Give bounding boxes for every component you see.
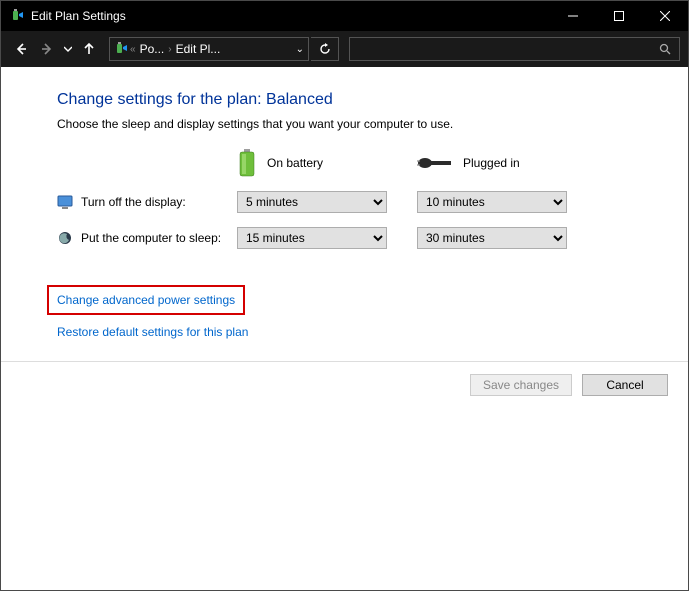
search-icon	[659, 43, 671, 55]
up-button[interactable]	[77, 37, 101, 61]
row-sleep-label: Put the computer to sleep:	[81, 231, 221, 245]
app-icon	[9, 8, 25, 24]
display-plugged-select[interactable]: 10 minutes	[417, 191, 567, 213]
breadcrumb-2[interactable]: Edit Pl...	[174, 42, 223, 56]
back-button[interactable]	[9, 37, 33, 61]
navbar: « Po... › Edit Pl... ⌄	[1, 31, 688, 67]
battery-icon	[237, 149, 257, 177]
refresh-button[interactable]	[311, 37, 339, 61]
link-restore[interactable]: Restore default settings for this plan	[57, 325, 248, 339]
close-button[interactable]	[642, 1, 688, 31]
display-battery-select[interactable]: 5 minutes	[237, 191, 387, 213]
link-advanced[interactable]: Change advanced power settings	[57, 293, 235, 307]
address-bar[interactable]: « Po... › Edit Pl... ⌄	[109, 37, 309, 61]
row-display-label: Turn off the display:	[81, 195, 186, 209]
col-plugged-label: Plugged in	[463, 156, 520, 170]
recent-dropdown[interactable]	[61, 37, 75, 61]
breadcrumb-sep: «	[128, 44, 138, 55]
search-box[interactable]	[349, 37, 680, 61]
page-subtext: Choose the sleep and display settings th…	[57, 117, 672, 131]
plug-icon	[417, 155, 453, 171]
forward-button[interactable]	[35, 37, 59, 61]
display-icon	[57, 194, 73, 210]
highlight-annotation: Change advanced power settings	[47, 285, 245, 315]
col-plugged-in: Plugged in	[417, 155, 577, 171]
address-dropdown[interactable]: ⌄	[296, 44, 304, 55]
sleep-icon	[57, 230, 73, 246]
window-title: Edit Plan Settings	[31, 9, 550, 23]
sleep-battery-select[interactable]: 15 minutes	[237, 227, 387, 249]
maximize-button[interactable]	[596, 1, 642, 31]
breadcrumb-1[interactable]: Po...	[138, 42, 167, 56]
page-heading: Change settings for the plan: Balanced	[57, 91, 672, 109]
footer: Save changes Cancel	[1, 361, 688, 407]
titlebar: Edit Plan Settings	[1, 1, 688, 31]
chevron-right-icon: ›	[166, 44, 173, 55]
row-sleep: Put the computer to sleep:	[57, 230, 237, 246]
col-battery-label: On battery	[267, 156, 323, 170]
save-button[interactable]: Save changes	[470, 374, 572, 396]
cancel-button[interactable]: Cancel	[582, 374, 668, 396]
sleep-plugged-select[interactable]: 30 minutes	[417, 227, 567, 249]
power-icon	[114, 42, 128, 56]
col-on-battery: On battery	[237, 149, 397, 177]
links-area: Change advanced power settings Restore d…	[57, 285, 672, 339]
row-display: Turn off the display:	[57, 194, 237, 210]
content-pane: Change settings for the plan: Balanced C…	[1, 67, 688, 361]
window-controls	[550, 1, 688, 31]
minimize-button[interactable]	[550, 1, 596, 31]
settings-grid: On battery Plugged in Turn off the displ…	[57, 149, 672, 249]
